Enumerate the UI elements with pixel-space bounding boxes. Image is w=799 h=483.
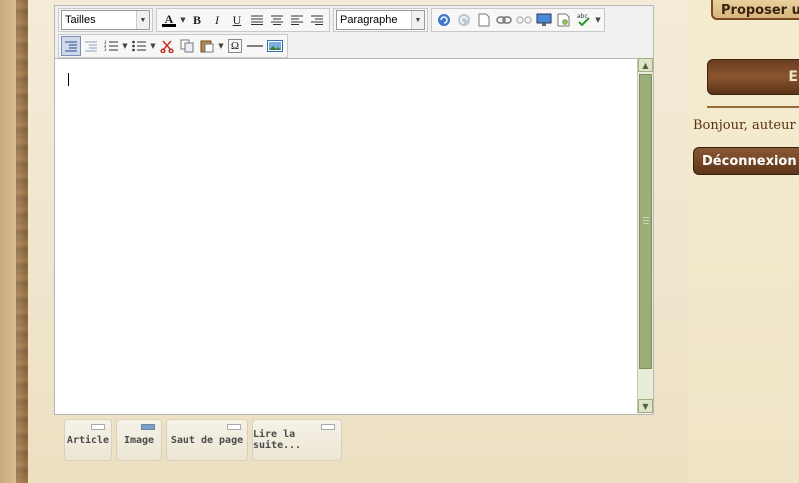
document-settings-icon[interactable]: [554, 10, 574, 30]
align-center-icon[interactable]: [267, 10, 287, 30]
font-size-value: Tailles: [65, 14, 96, 26]
bold-button[interactable]: B: [187, 10, 207, 30]
font-size-select[interactable]: Tailles ▼: [61, 10, 150, 30]
numbered-list-icon[interactable]: 123: [101, 36, 121, 56]
grip-icon: [643, 217, 649, 225]
bullet-list-icon[interactable]: [129, 36, 149, 56]
chevron-down-icon[interactable]: ▼: [136, 11, 149, 29]
tag-icon: [227, 424, 241, 430]
format-group: Paragraphe ▼: [333, 8, 428, 32]
propose-button[interactable]: Proposer u: [711, 0, 799, 20]
page-break-button[interactable]: Saut de page: [166, 419, 248, 461]
undo-icon[interactable]: [434, 10, 454, 30]
article-button[interactable]: Article: [64, 419, 112, 461]
read-more-label: Lire la suite...: [253, 429, 302, 451]
monitor-icon[interactable]: [534, 10, 554, 30]
text-format-group: A ▼ B I U: [156, 8, 330, 32]
cut-icon[interactable]: [157, 36, 177, 56]
toolbar-row-1: Tailles ▼ A ▼ B I U Paragraphe ▼ abc ▼: [58, 8, 608, 32]
italic-button[interactable]: I: [207, 10, 227, 30]
lists-group: 123 ▼ ▼ ▼ Ω: [58, 34, 288, 58]
chevron-down-icon[interactable]: ▼: [411, 11, 424, 29]
align-left-icon[interactable]: [287, 10, 307, 30]
align-justify-icon[interactable]: [247, 10, 267, 30]
torn-paper-edge: [16, 0, 28, 483]
tag-icon: [91, 424, 105, 430]
redo-icon[interactable]: [454, 10, 474, 30]
propose-label: Proposer u: [721, 2, 799, 18]
insert-buttons-bar: Article Image Saut de page Lire la suite…: [64, 419, 346, 461]
text-color-swatch: [162, 23, 176, 27]
image-label: Image: [123, 434, 155, 446]
wood-banner-button[interactable]: E: [707, 59, 799, 95]
article-label: Article: [66, 434, 110, 446]
rich-text-editor: Tailles ▼ A ▼ B I U Paragraphe ▼ abc ▼ 1…: [54, 5, 654, 415]
spellcheck-icon[interactable]: abc: [574, 10, 594, 30]
scrollbar-thumb[interactable]: [639, 74, 652, 369]
font-size-group: Tailles ▼: [58, 8, 153, 32]
text-color-label: A: [164, 11, 174, 26]
toolbar-row-2: 123 ▼ ▼ ▼ Ω: [58, 34, 291, 58]
horizontal-rule-icon[interactable]: [245, 36, 265, 56]
insert-image-icon[interactable]: [265, 36, 285, 56]
text-color-button[interactable]: A: [159, 10, 179, 30]
svg-text:3: 3: [104, 47, 107, 52]
link-icon[interactable]: [494, 10, 514, 30]
greeting-text: Bonjour, auteur: [693, 118, 796, 133]
vertical-scrollbar[interactable]: ▲ ▼: [637, 58, 653, 413]
image-button[interactable]: Image: [116, 419, 162, 461]
tag-icon: [321, 424, 335, 430]
special-character-button[interactable]: Ω: [225, 36, 245, 56]
unlink-icon[interactable]: [514, 10, 534, 30]
format-value: Paragraphe: [340, 14, 398, 26]
scroll-down-icon[interactable]: ▼: [638, 399, 653, 413]
text-color-dropdown-icon[interactable]: ▼: [179, 16, 187, 24]
wood-banner-label: E: [788, 69, 798, 85]
editor-content-area[interactable]: [55, 58, 637, 414]
align-right-icon[interactable]: [307, 10, 327, 30]
paste-icon[interactable]: [197, 36, 217, 56]
divider: [707, 106, 799, 108]
italic-label: I: [215, 12, 219, 27]
paste-dropdown-icon[interactable]: ▼: [217, 42, 225, 50]
numbered-list-dropdown-icon[interactable]: ▼: [121, 42, 129, 50]
text-caret: [68, 73, 69, 86]
svg-text:abc: abc: [577, 13, 588, 20]
read-more-button[interactable]: Lire la suite...: [252, 419, 342, 461]
format-select[interactable]: Paragraphe ▼: [336, 10, 425, 30]
spellcheck-dropdown-icon[interactable]: ▼: [594, 16, 602, 24]
page-break-label: Saut de page: [170, 434, 244, 446]
actions-group: abc ▼: [431, 8, 605, 32]
image-tag-icon: [141, 424, 155, 430]
special-character-label: Ω: [227, 39, 243, 53]
scroll-up-icon[interactable]: ▲: [638, 58, 653, 72]
logout-label: Déconnexion: [702, 153, 797, 169]
underline-button[interactable]: U: [227, 10, 247, 30]
underline-label: U: [232, 12, 242, 27]
bullet-list-dropdown-icon[interactable]: ▼: [149, 42, 157, 50]
outdent-icon[interactable]: [81, 36, 101, 56]
new-document-icon[interactable]: [474, 10, 494, 30]
indent-icon[interactable]: [61, 36, 81, 56]
bold-label: B: [192, 12, 201, 27]
copy-icon[interactable]: [177, 36, 197, 56]
logout-button[interactable]: Déconnexion: [693, 147, 799, 175]
